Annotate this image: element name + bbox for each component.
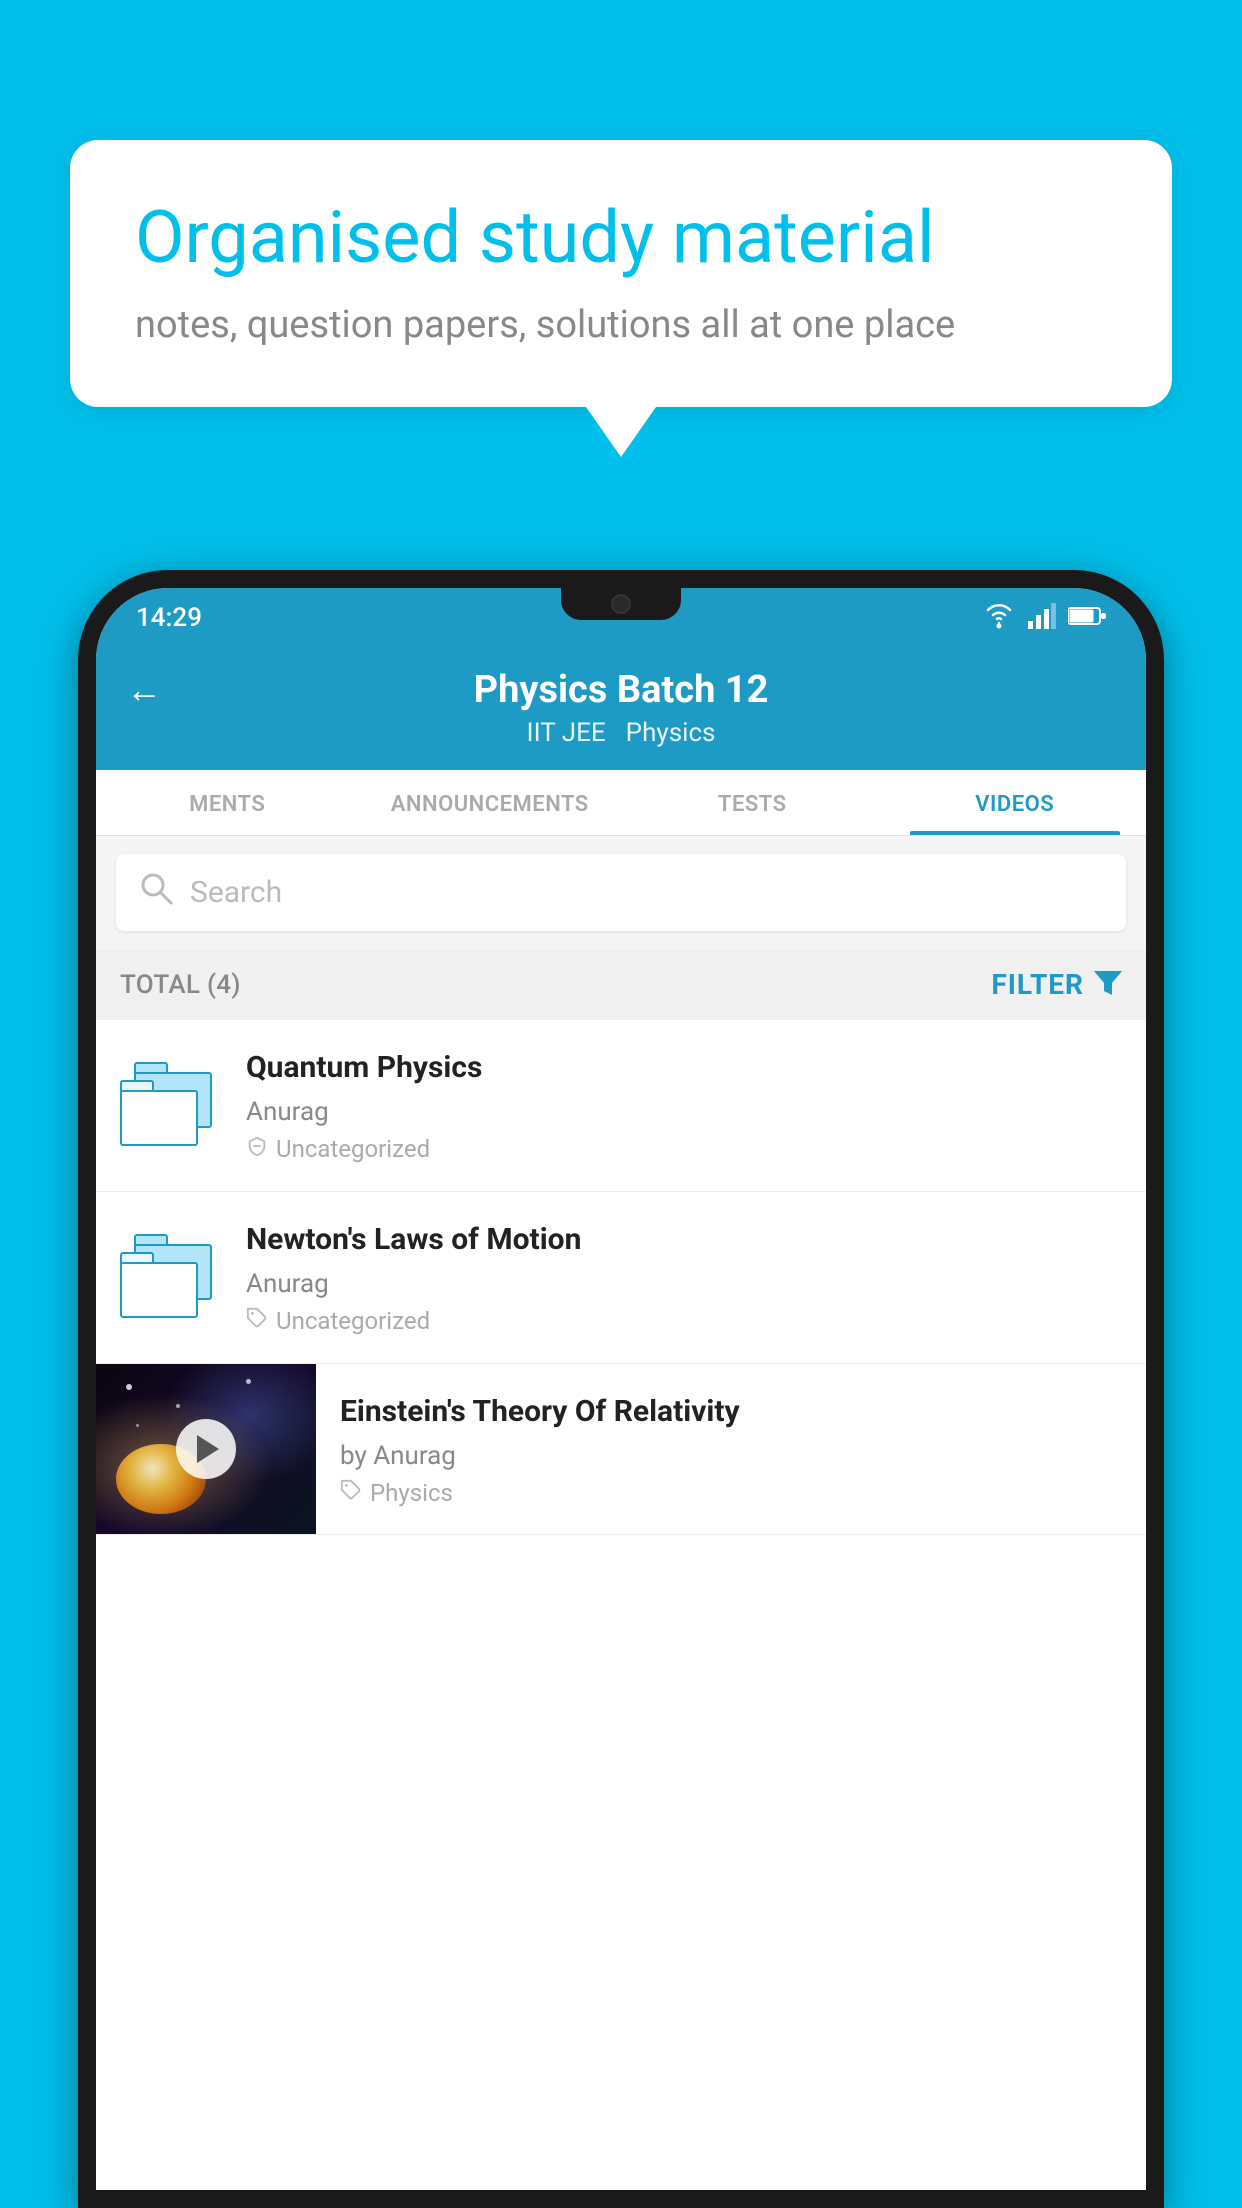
einstein-thumbnail [96, 1364, 316, 1534]
filter-icon [1094, 967, 1122, 1002]
tag-label: Physics [370, 1479, 453, 1507]
back-button[interactable]: ← [126, 669, 162, 711]
video-author: Anurag [246, 1269, 1122, 1299]
list-item[interactable]: Einstein's Theory Of Relativity by Anura… [96, 1364, 1146, 1535]
video-title: Newton's Laws of Motion [246, 1220, 1122, 1259]
tab-videos[interactable]: VIDEOS [884, 770, 1147, 835]
app-bar-top: ← Physics Batch 12 [126, 668, 1116, 712]
play-triangle-icon [197, 1435, 219, 1463]
video-tag: Physics [340, 1479, 1122, 1507]
tag-icon [246, 1307, 268, 1335]
phone-screen: 14:29 [96, 588, 1146, 2190]
list-item[interactable]: Newton's Laws of Motion Anurag Uncategor… [96, 1192, 1146, 1364]
folder-icon-newton [120, 1233, 220, 1323]
einstein-info: Einstein's Theory Of Relativity by Anura… [316, 1364, 1146, 1527]
video-tag: Uncategorized [246, 1307, 1122, 1335]
speech-bubble: Organised study material notes, question… [70, 140, 1172, 407]
bubble-subtitle: notes, question papers, solutions all at… [135, 303, 1107, 347]
video-list: Quantum Physics Anurag Uncategorized [96, 1020, 1146, 2190]
search-bar-container: Search [96, 836, 1146, 949]
app-bar-subtitle1: IIT JEE [527, 718, 606, 748]
wifi-icon [982, 603, 1016, 633]
video-title: Einstein's Theory Of Relativity [340, 1392, 1122, 1431]
tag-label: Uncategorized [276, 1135, 430, 1163]
filter-bar: TOTAL (4) FILTER [96, 949, 1146, 1020]
video-info-newton: Newton's Laws of Motion Anurag Uncategor… [246, 1220, 1122, 1335]
status-icons [982, 603, 1106, 633]
video-title: Quantum Physics [246, 1048, 1122, 1087]
video-author: by Anurag [340, 1441, 1122, 1471]
status-time: 14:29 [136, 603, 202, 633]
play-button[interactable] [176, 1419, 236, 1479]
app-bar-subtitle2: Physics [626, 718, 716, 748]
tag-icon [340, 1479, 362, 1507]
bubble-title: Organised study material [135, 195, 1107, 281]
phone-frame: 14:29 [78, 570, 1164, 2208]
filter-label: FILTER [991, 968, 1084, 1001]
video-tag: Uncategorized [246, 1135, 1122, 1163]
folder-icon-quantum [120, 1061, 220, 1151]
speech-bubble-tail [586, 407, 656, 457]
search-bar[interactable]: Search [116, 854, 1126, 931]
video-info-quantum: Quantum Physics Anurag Uncategorized [246, 1048, 1122, 1163]
tab-bar: MENTS ANNOUNCEMENTS TESTS VIDEOS [96, 770, 1146, 836]
signal-icon [1028, 603, 1056, 633]
video-author: Anurag [246, 1097, 1122, 1127]
search-input[interactable]: Search [190, 875, 282, 910]
camera-notch [611, 594, 631, 614]
tab-announcements[interactable]: ANNOUNCEMENTS [359, 770, 622, 835]
phone-notch [561, 588, 681, 620]
tab-ments[interactable]: MENTS [96, 770, 359, 835]
search-icon [138, 870, 174, 915]
filter-button[interactable]: FILTER [991, 967, 1122, 1002]
tag-icon [246, 1135, 268, 1163]
tab-tests[interactable]: TESTS [621, 770, 884, 835]
tag-label: Uncategorized [276, 1307, 430, 1335]
list-item[interactable]: Quantum Physics Anurag Uncategorized [96, 1020, 1146, 1192]
app-bar: ← Physics Batch 12 IIT JEE Physics [96, 648, 1146, 770]
total-count: TOTAL (4) [120, 970, 241, 1000]
speech-bubble-wrapper: Organised study material notes, question… [70, 140, 1172, 457]
battery-icon [1068, 605, 1106, 631]
app-bar-subtitle: IIT JEE Physics [126, 718, 1116, 748]
app-bar-title: Physics Batch 12 [474, 668, 769, 712]
